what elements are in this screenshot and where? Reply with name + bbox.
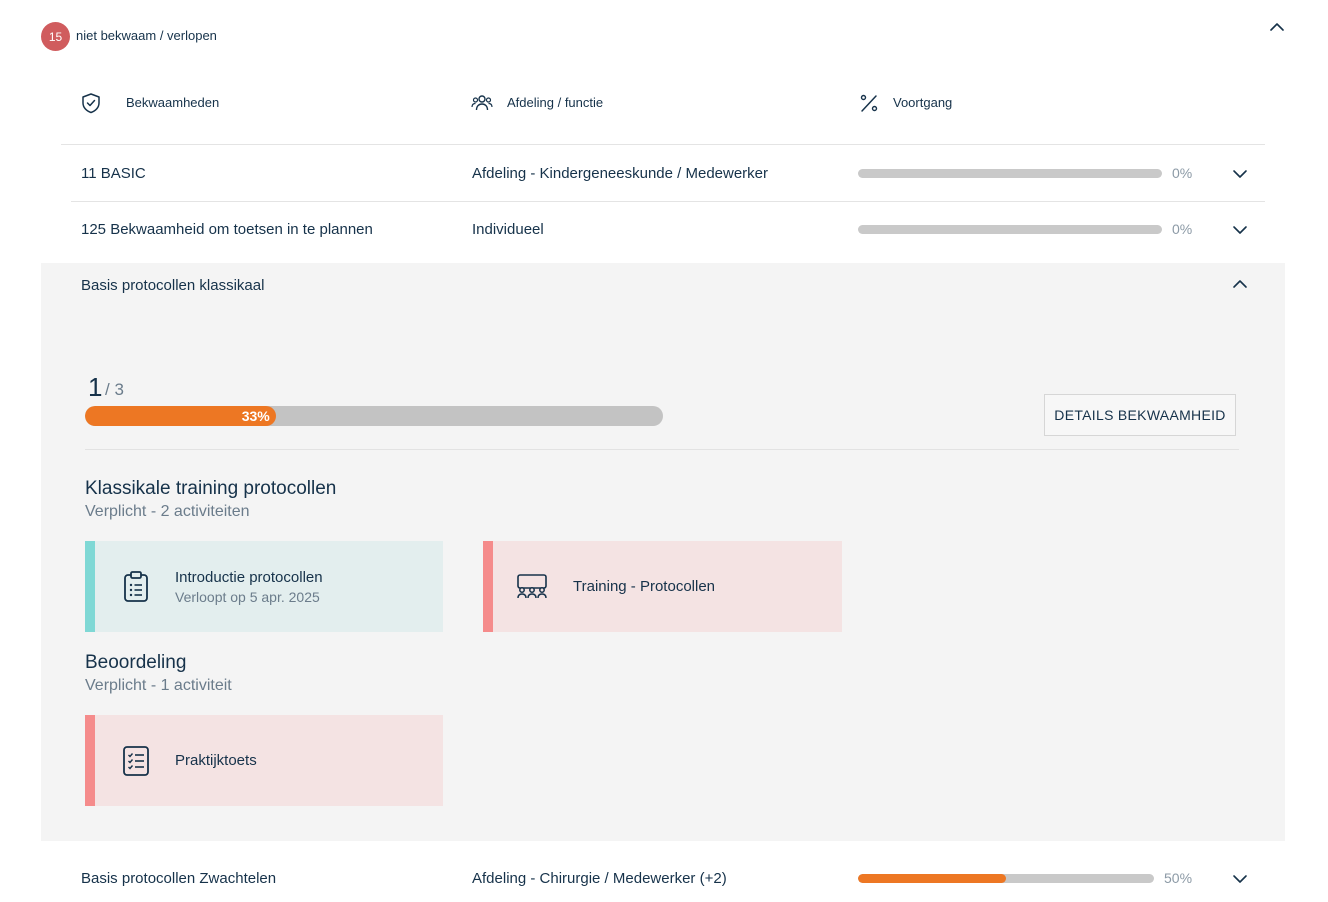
activity-card[interactable]: Praktijktoets <box>85 715 443 806</box>
column-header-department: Afdeling / functie <box>507 95 604 110</box>
column-header-competences: Bekwaamheden <box>126 95 220 110</box>
divider <box>71 201 1265 202</box>
section-subtitle: Verplicht - 2 activiteiten <box>85 503 250 520</box>
details-competence-button[interactable]: DETAILS BEKWAAMHEID <box>1044 394 1236 436</box>
row-competence-name[interactable]: Basis protocollen Zwachtelen <box>81 870 276 887</box>
competence-progress-bar: 33% <box>85 406 663 426</box>
section-title: Klassikale training protocollen <box>85 478 337 499</box>
row-competence-name[interactable]: Basis protocollen klassikaal <box>81 277 264 294</box>
chevron-down-icon[interactable] <box>1232 224 1248 236</box>
row-progress-fill <box>858 874 1006 883</box>
clipboard-icon <box>124 570 148 602</box>
users-icon <box>471 95 493 111</box>
chevron-up-icon[interactable] <box>1232 278 1248 290</box>
activity-expiry: Verloopt op 5 apr. 2025 <box>175 588 320 605</box>
percent-icon <box>860 94 878 112</box>
activity-card[interactable]: Introductie protocollen Verloopt op 5 ap… <box>85 541 443 632</box>
row-progress-bar <box>858 169 1162 178</box>
row-competence-name[interactable]: 11 BASIC <box>81 165 146 182</box>
activity-status-bar <box>85 541 95 632</box>
shield-check-icon <box>82 93 100 114</box>
chevron-up-icon[interactable] <box>1268 19 1286 35</box>
expired-count-badge: 15 <box>41 22 70 51</box>
activity-title: Praktijktoets <box>175 752 257 769</box>
row-progress-label: 0% <box>1172 221 1193 237</box>
row-progress-label: 50% <box>1164 870 1193 886</box>
row-progress-label: 0% <box>1172 165 1193 181</box>
divider <box>61 144 1265 145</box>
chevron-down-icon[interactable] <box>1232 873 1248 885</box>
competence-progress-label: 33% <box>241 408 270 424</box>
row-progress-bar <box>858 225 1162 234</box>
chevron-down-icon[interactable] <box>1232 168 1248 180</box>
row-department: Afdeling - Chirurgie / Medewerker (+2) <box>472 870 727 887</box>
row-competence-name[interactable]: 125 Bekwaamheid om toetsen in te plannen <box>81 221 373 238</box>
section-title: Beoordeling <box>85 652 187 673</box>
activity-status-bar <box>483 541 493 632</box>
row-department: Individueel <box>472 221 544 238</box>
column-header-progress: Voortgang <box>893 95 953 110</box>
row-progress-bar <box>858 874 1154 883</box>
checklist-icon <box>123 745 149 776</box>
section-subtitle: Verplicht - 1 activiteit <box>85 677 232 694</box>
completed-count: 1 <box>88 372 103 402</box>
row-department: Afdeling - Kindergeneeskunde / Medewerke… <box>472 165 769 182</box>
activity-title: Training - Protocollen <box>573 578 716 595</box>
classroom-icon <box>517 573 547 598</box>
total-count: / 3 <box>105 380 124 399</box>
competence-progress-fill: 33% <box>85 406 276 426</box>
expired-label: niet bekwaam / verlopen <box>76 28 217 43</box>
activity-card[interactable]: Training - Protocollen <box>483 541 842 632</box>
activity-status-bar <box>85 715 95 806</box>
activity-title: Introductie protocollen <box>175 568 323 586</box>
divider <box>85 449 1239 450</box>
